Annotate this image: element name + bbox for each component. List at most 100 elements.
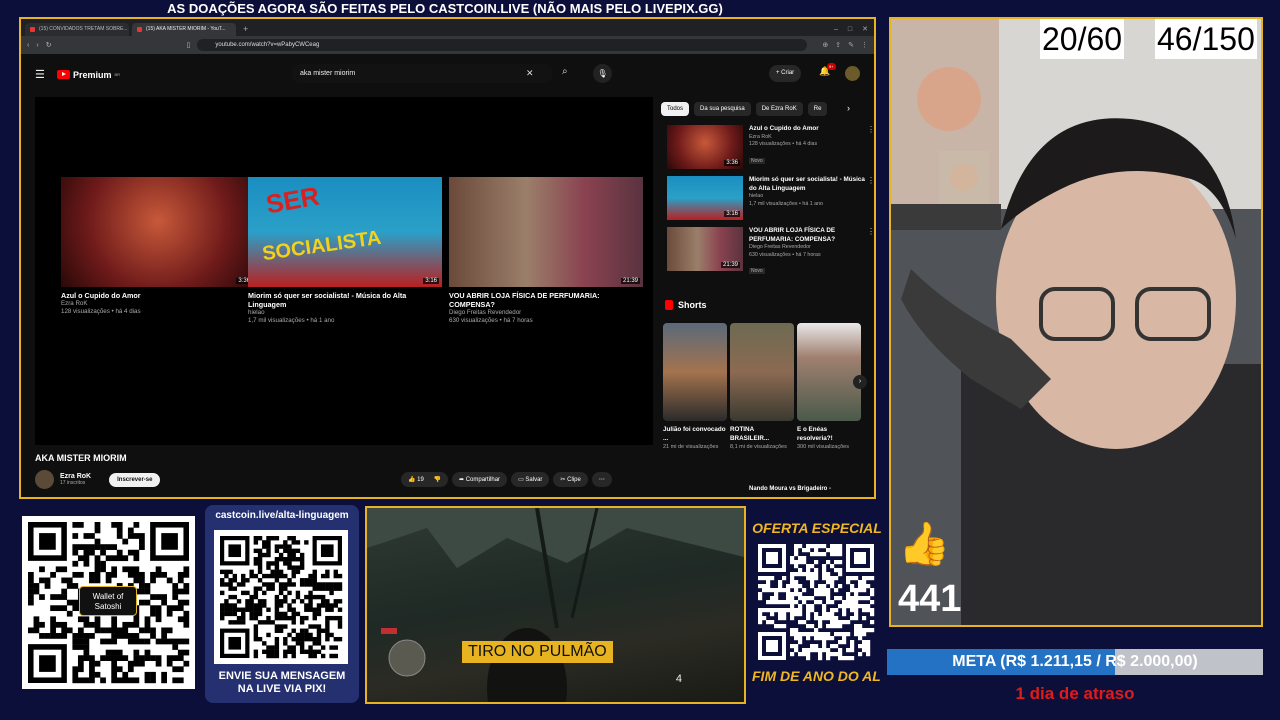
like-count: 441 <box>898 578 962 620</box>
qr-code-offer <box>752 538 882 666</box>
channel-subs: 17 inscritos <box>60 480 86 486</box>
chip-all[interactable]: Todos <box>661 102 690 116</box>
channel-avatar[interactable] <box>35 470 54 489</box>
short-thumbnail <box>663 323 727 421</box>
maximize-icon[interactable]: □ <box>848 23 852 36</box>
browser-tab[interactable]: (15) CONVIDADOS TRETAM SOBRE... <box>25 23 129 36</box>
rec-title: Azul o Cupido do Amor <box>749 125 819 132</box>
clear-search-icon[interactable]: ✕ <box>526 64 534 83</box>
account-avatar[interactable] <box>845 66 860 81</box>
end-card-thumbnail: SER SOCIALISTA 3:16 <box>248 177 442 287</box>
end-card-channel: hielao <box>248 309 265 316</box>
logo-sup: BR <box>114 72 121 77</box>
goal-text: META (R$ 1.211,15 / R$ 2.000,00) <box>952 653 1198 670</box>
chip-search[interactable]: Da sua pesquisa <box>694 102 751 116</box>
end-card[interactable]: 21:39 VOU ABRIR LOJA FÍSICA DE PERFUMARI… <box>449 177 643 325</box>
end-card-title: VOU ABRIR LOJA FÍSICA DE PERFUMARIA: COM… <box>449 291 600 309</box>
channel-name[interactable]: Ezra RoK <box>60 473 91 480</box>
dislike-icon[interactable]: 👎 <box>434 477 441 483</box>
recommended-video[interactable]: 21:39 VOU ABRIR LOJA FÍSICA DE PERFUMARI… <box>667 227 874 277</box>
share-icon[interactable]: ⇪ <box>835 41 841 49</box>
youtube-logo[interactable]: Premium BR <box>57 70 120 80</box>
create-button[interactable]: + Criar <box>769 65 802 82</box>
pix-caption-line: ENVIE SUA MENSAGEM <box>218 670 346 682</box>
game-caption: TIRO NO PULMÃO <box>462 641 613 663</box>
close-icon[interactable]: ✕ <box>862 23 868 36</box>
like-count: 19 <box>417 477 424 483</box>
new-tab-icon[interactable]: + <box>239 23 252 36</box>
more-icon[interactable]: ⋮ <box>867 176 874 185</box>
shorts-header: Shorts <box>665 300 707 310</box>
thumbs-up-icon: 👍 <box>898 520 951 567</box>
recommended-video[interactable]: 3:16 Miorim só quer ser socialista! - Mú… <box>667 176 874 220</box>
end-card-meta: 1,7 mil visualizações • há 1 ano <box>248 317 335 324</box>
duration-badge: 21:39 <box>620 278 640 284</box>
search-icon[interactable]: ⌕ <box>562 66 568 77</box>
rec-title: VOU ABRIR LOJA FÍSICA DE PERFUMARIA: COM… <box>749 227 836 243</box>
like-button[interactable]: 👍 19 👎 <box>401 472 448 487</box>
share-label: Compartilhar <box>465 477 501 483</box>
url-field[interactable]: youtube.com/watch?v=wPabyCWCeag <box>197 39 808 51</box>
subscribe-button[interactable]: Inscrever-se <box>109 472 161 487</box>
address-bar: ‹ › ↻ ▯ youtube.com/watch?v=wPabyCWCeag … <box>21 36 874 54</box>
save-icon: ▭ <box>518 477 524 483</box>
search-input[interactable]: aka mister miorim <box>291 64 553 83</box>
rec-meta: 1,7 mil visualizações • há 1 ano <box>749 200 823 207</box>
end-card-thumbnail: 21:39 <box>449 177 643 287</box>
offer-title: OFERTA ESPECIAL <box>752 520 882 536</box>
ammo-count: 4 <box>675 673 682 685</box>
clip-button[interactable]: ✂ Clipe <box>553 472 588 487</box>
like-icon: 👍 <box>408 477 416 483</box>
chevron-right-icon[interactable]: › <box>847 103 850 113</box>
mic-icon[interactable]: 🎙 <box>593 64 612 83</box>
more-actions-icon[interactable]: ⋯ <box>591 472 612 487</box>
clip-icon: ✂ <box>560 477 566 483</box>
more-icon[interactable]: ⋮ <box>867 125 874 134</box>
back-icon[interactable]: ‹ <box>27 42 29 49</box>
extension-icon[interactable]: ✎ <box>848 41 854 49</box>
hamburger-icon[interactable]: ☰ <box>35 68 53 81</box>
shorts-label: Shorts <box>678 300 707 310</box>
thumb-text: SER <box>263 180 322 220</box>
browser-tab-active[interactable]: (15) AKA MISTER MIORIM - YouT... <box>132 23 236 36</box>
short-title: E o Enéas resolveria?! <box>797 426 833 442</box>
shorts-next-icon[interactable]: › <box>853 375 867 389</box>
end-card-channel: Diego Freitas Revendedor <box>449 309 522 316</box>
short-item[interactable]: ROTINA BRASILEIR... 8,1 mi de visualizaç… <box>730 323 794 451</box>
reload-icon[interactable]: ↻ <box>46 41 52 49</box>
bookmark-icon[interactable]: ▯ <box>187 41 191 49</box>
duration-badge: 3:36 <box>724 160 740 166</box>
duration-badge: 3:16 <box>423 278 439 284</box>
donation-banner: AS DOAÇÕES AGORA SÃO FEITAS PELO CASTCOI… <box>167 1 723 16</box>
recommended-video[interactable]: 3:36 Azul o Cupido do Amor Ezra RoK 128 … <box>667 125 874 169</box>
end-card-channel: Ezra RoK <box>61 300 88 307</box>
more-icon[interactable]: ⋮ <box>867 227 874 236</box>
logo-text: Premium <box>73 69 112 80</box>
new-badge: Novo <box>749 268 765 274</box>
forward-icon[interactable]: › <box>36 42 38 49</box>
window-controls: – □ ✕ <box>834 23 874 36</box>
duration-badge: 21:39 <box>720 262 740 268</box>
share-icon: ➦ <box>459 477 465 483</box>
notification-badge: 9+ <box>827 63 836 70</box>
chip-channel[interactable]: De Ezra RoK <box>755 102 803 116</box>
short-title: Julião foi convocado ... <box>663 426 726 442</box>
minimize-icon[interactable]: – <box>834 23 838 36</box>
end-card[interactable]: 3:36 Azul o Cupido do Amor Ezra RoK 128 … <box>61 177 255 316</box>
menu-icon[interactable]: ⋮ <box>861 41 868 49</box>
short-item[interactable]: Julião foi convocado ... 21 mi de visual… <box>663 323 727 451</box>
rec-title-partial: Nando Moura vs Brigadeiro - <box>749 486 832 492</box>
zoom-icon[interactable]: ⊕ <box>822 41 828 49</box>
rec-meta: 128 visualizações • há 4 dias <box>749 141 818 147</box>
end-card[interactable]: SER SOCIALISTA 3:16 Miorim só quer ser s… <box>248 177 442 325</box>
end-card-thumbnail: 3:36 <box>61 177 255 287</box>
pix-caption-line: NA LIVE VIA PIX! <box>237 683 327 695</box>
share-button[interactable]: ➦ Compartilhar <box>452 472 508 487</box>
chip-related[interactable]: Re <box>807 102 828 116</box>
game-scene <box>367 508 744 702</box>
pix-caption: ENVIE SUA MENSAGEM NA LIVE VIA PIX! <box>205 670 359 696</box>
create-label: Criar <box>781 70 795 76</box>
short-item[interactable]: E o Enéas resolveria?! 300 mil visualiza… <box>797 323 861 451</box>
video-player[interactable]: 3:36 Azul o Cupido do Amor Ezra RoK 128 … <box>35 97 653 445</box>
save-button[interactable]: ▭ Salvar <box>511 472 550 487</box>
